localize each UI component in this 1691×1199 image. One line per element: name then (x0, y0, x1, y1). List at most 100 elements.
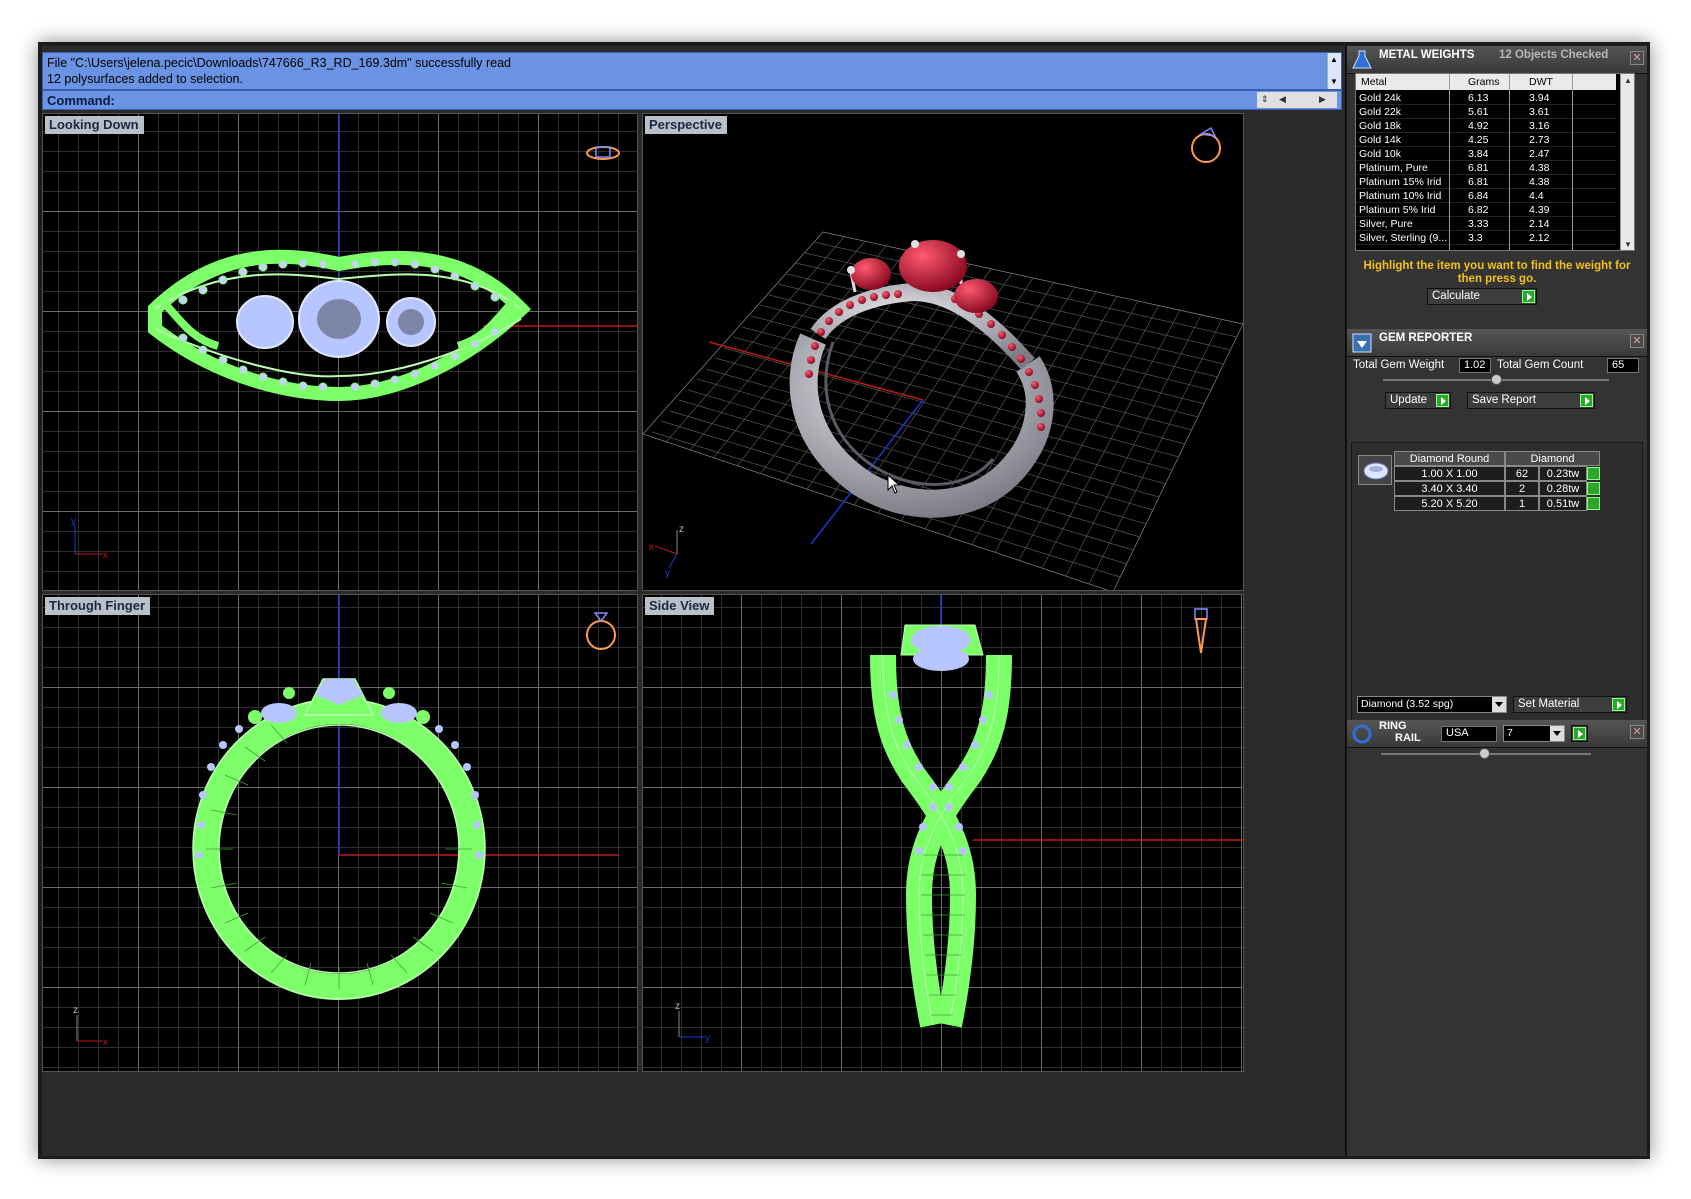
metal-name: Gold 24k (1359, 92, 1402, 104)
close-icon[interactable]: ✕ (1630, 51, 1644, 65)
go-arrow-icon[interactable] (1587, 497, 1600, 510)
command-history[interactable]: File "C:\Users\jelena.pecic\Downloads\74… (42, 52, 1342, 90)
metal-grams: 6.81 (1468, 176, 1489, 188)
go-arrow-icon[interactable] (1612, 698, 1625, 711)
metal-row[interactable]: Silver, Pure 3.33 2.14 (1356, 217, 1616, 231)
metal-row[interactable]: Platinum 5% Irid 6.82 4.39 (1356, 203, 1616, 217)
set-material-button[interactable]: Set Material (1513, 696, 1627, 713)
metal-dwt: 2.47 (1529, 148, 1550, 160)
chevron-down-icon[interactable] (1492, 697, 1506, 712)
metal-grams: 4.25 (1468, 134, 1489, 146)
go-arrow-icon[interactable] (1522, 290, 1535, 303)
gem-count-cell[interactable]: 2 (1505, 481, 1539, 496)
metal-weights-title: METAL WEIGHTS (1379, 49, 1475, 61)
material-select[interactable]: Diamond (3.52 spg) (1357, 696, 1507, 713)
slider-knob[interactable] (1479, 748, 1490, 759)
go-arrow-icon[interactable] (1573, 727, 1586, 740)
ring-size-standard[interactable]: USA (1441, 726, 1497, 742)
viewport-through-finger[interactable]: Through Finger z x (42, 594, 638, 1072)
close-icon[interactable]: ✕ (1630, 725, 1644, 739)
slider-knob[interactable] (1491, 374, 1502, 385)
metal-row[interactable]: Gold 18k 4.92 3.16 (1356, 119, 1616, 133)
metal-row[interactable]: Gold 22k 5.61 3.61 (1356, 105, 1616, 119)
metal-grams: 3.33 (1468, 218, 1489, 230)
axis-y-label: y (705, 1033, 710, 1044)
command-history-scrollbar[interactable]: ▲ ▼ (1327, 53, 1341, 89)
gem-weight-cell[interactable]: 0.28tw (1539, 481, 1587, 496)
metal-row[interactable]: Platinum, Pure 6.81 4.38 (1356, 161, 1616, 175)
close-icon[interactable]: ✕ (1630, 334, 1644, 348)
gem-size-cell[interactable]: 3.40 X 3.40 (1394, 481, 1505, 496)
metal-grams: 6.82 (1468, 204, 1489, 216)
calculate-button[interactable]: Calculate (1427, 288, 1537, 305)
scroll-up-icon[interactable]: ▲ (1330, 55, 1338, 64)
viewport-looking-down[interactable]: Looking Down x y (42, 113, 638, 591)
side-view-drawing: z y (675, 595, 1243, 1044)
gem-weight-cell[interactable]: 0.51tw (1539, 496, 1587, 511)
command-history-line: File "C:\Users\jelena.pecic\Downloads\74… (47, 56, 511, 70)
chevron-down-icon[interactable] (1550, 726, 1564, 741)
column-header[interactable]: Grams (1468, 76, 1500, 88)
nav-left-icon[interactable]: ◀ (1279, 94, 1286, 105)
metal-grams: 3.3 (1468, 232, 1483, 244)
update-button[interactable]: Update (1385, 392, 1451, 409)
ring-rail-go-button[interactable] (1571, 725, 1588, 742)
column-divider (1509, 74, 1510, 250)
scroll-down-icon[interactable]: ▼ (1624, 240, 1632, 249)
gem-reporter-slider[interactable] (1383, 374, 1609, 385)
metal-row[interactable]: Gold 10k 3.84 2.47 (1356, 147, 1616, 161)
viewport-perspective[interactable]: Perspective z x y (642, 113, 1244, 591)
gem-size-cell[interactable]: 5.20 X 5.20 (1394, 496, 1505, 511)
viewport-side-view[interactable]: Side View z y (642, 594, 1244, 1072)
gem-size-cell[interactable]: 1.00 X 1.00 (1394, 466, 1505, 481)
scroll-up-icon[interactable]: ▲ (1624, 76, 1632, 85)
metal-row[interactable]: Gold 14k 4.25 2.73 (1356, 133, 1616, 147)
total-gem-weight-label: Total Gem Weight (1353, 359, 1445, 371)
column-header[interactable]: DWT (1529, 76, 1553, 88)
mouse-cursor-icon (887, 474, 901, 494)
viewport-label[interactable]: Side View (645, 597, 715, 615)
ring-size-select[interactable]: 7 (1503, 725, 1565, 742)
axis-x-label: x (103, 1037, 108, 1048)
gem-reporter-header: GEM REPORTER ✕ (1347, 329, 1647, 357)
metal-dwt: 3.61 (1529, 106, 1550, 118)
go-arrow-icon[interactable] (1587, 482, 1600, 495)
front-view-drawing: z x (73, 595, 619, 1048)
ring-rail-slider[interactable] (1381, 748, 1591, 759)
nav-right-icon[interactable]: ▶ (1319, 94, 1326, 105)
metal-grams: 6.84 (1468, 190, 1489, 202)
column-header[interactable]: Metal (1361, 76, 1387, 88)
viewport-label[interactable]: Through Finger (45, 597, 151, 615)
metal-row[interactable]: Silver, Sterling (9... 3.3 2.12 (1356, 231, 1616, 245)
gem-report-box: Diamond Round Diamond 1.00 X 1.00 62 0.23t… (1351, 442, 1643, 730)
viewport-label[interactable]: Looking Down (45, 116, 144, 134)
metal-row[interactable]: Platinum 10% Irid 6.84 4.4 (1356, 189, 1616, 203)
metal-dwt: 4.38 (1529, 176, 1550, 188)
go-arrow-icon[interactable] (1436, 394, 1449, 407)
spin-icon[interactable]: ⇕ (1261, 94, 1269, 105)
metal-name: Silver, Pure (1359, 218, 1413, 230)
gem-reporter-title: GEM REPORTER (1379, 332, 1473, 344)
ring-rail-header: RING RAIL USA 7 ✕ (1347, 720, 1647, 748)
viewport-label[interactable]: Perspective (645, 116, 727, 134)
metal-name: Gold 22k (1359, 106, 1402, 118)
metal-row[interactable]: Gold 24k 6.13 3.94 (1356, 91, 1616, 105)
save-report-button[interactable]: Save Report (1467, 392, 1595, 409)
gem-count-cell[interactable]: 1 (1505, 496, 1539, 511)
material-select-value: Diamond (3.52 spg) (1361, 698, 1454, 710)
metal-dwt: 3.16 (1529, 120, 1550, 132)
gem-shape-header: Diamond Round (1394, 451, 1505, 466)
command-input[interactable] (117, 92, 1257, 108)
metal-weights-table[interactable]: Metal Grams DWT Gold 24k 6.13 3.94 Gold 22k… (1355, 73, 1635, 251)
ring-size-value: 7 (1507, 727, 1513, 739)
axis-y-label: y (665, 568, 670, 579)
gem-weight-cell[interactable]: 0.23tw (1539, 466, 1587, 481)
go-arrow-icon[interactable] (1580, 394, 1593, 407)
scroll-down-icon[interactable]: ▼ (1330, 77, 1338, 86)
go-arrow-icon[interactable] (1587, 467, 1600, 480)
objects-checked-status: 12 Objects Checked (1499, 49, 1609, 61)
total-gem-count-label: Total Gem Count (1497, 359, 1584, 371)
metal-table-scrollbar[interactable]: ▲ ▼ (1620, 74, 1634, 250)
gem-count-cell[interactable]: 62 (1505, 466, 1539, 481)
metal-row[interactable]: Platinum 15% Irid 6.81 4.38 (1356, 175, 1616, 189)
